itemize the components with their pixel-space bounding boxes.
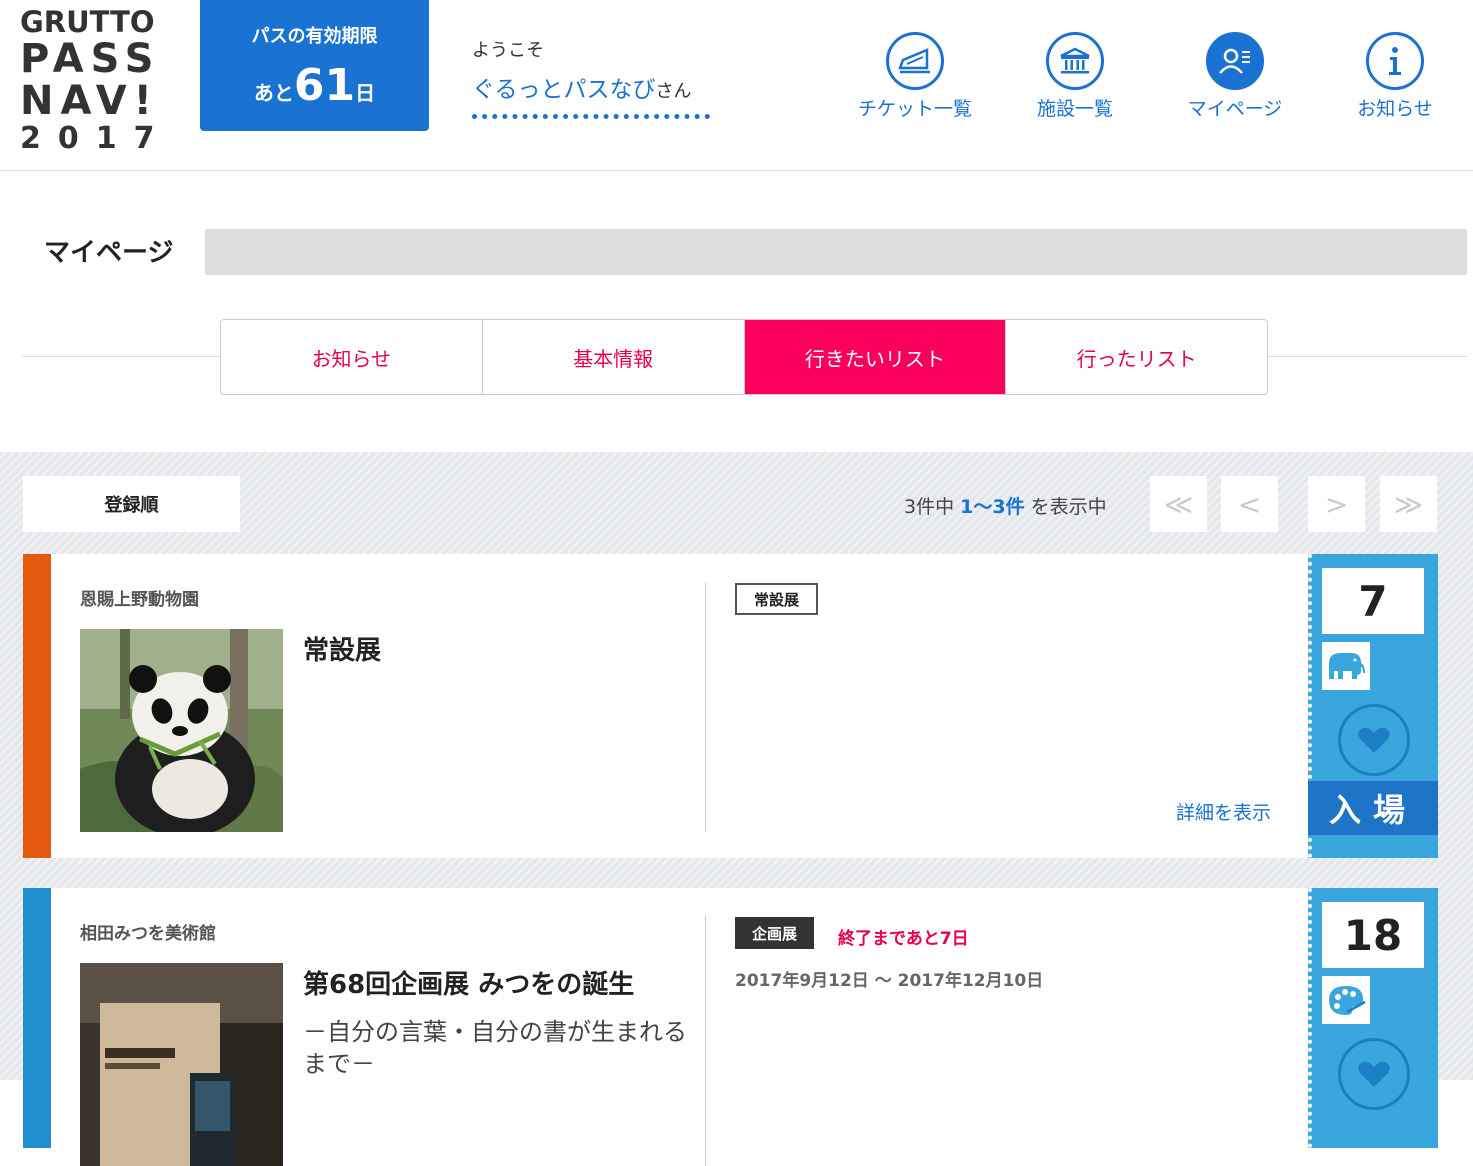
pass-expiry-days: 61 [293,60,356,111]
site-header: GRUTTO PASS NAV! 2017 パスの有効期限 あと61日 ようこそ… [0,0,1473,171]
enter-button[interactable]: 入場 [1308,781,1438,835]
card-divider [705,582,706,832]
welcome-user[interactable]: ぐるっとパスなびさん [472,70,710,119]
pager-prev-button[interactable]: < [1221,476,1278,532]
heart-icon [1358,727,1390,753]
exhibition-subtitle: －自分の言葉・自分の書が生まれるまで－ [303,1018,687,1079]
elephant-icon [1322,642,1370,690]
card-accent-stripe [23,554,51,858]
pass-expiry-prefix: あと [253,81,294,105]
card-side-panel: 7 入場 [1308,554,1438,858]
result-total: 3件中 [904,496,955,518]
exhibition-title[interactable]: 常設展 [303,630,688,667]
nav-ticket-list[interactable]: チケット一覧 [840,32,990,121]
nav-label: マイページ [1187,98,1283,120]
pager-first-button[interactable]: ≪ [1150,476,1207,532]
card-accent-stripe [23,888,51,1148]
nav-label: お知らせ [1357,98,1433,120]
detail-link[interactable]: 詳細を表示 [1176,798,1271,825]
pager-next-button[interactable]: > [1308,476,1365,532]
facility-name[interactable]: 相田みつを美術館 [80,919,216,944]
ending-soon-note: 終了まであと7日 [838,929,969,949]
wishlist-card: 恩賜上野動物園 常設展 常設展 詳細を表示 7 入場 [23,554,1438,858]
mypage-tabs: お知らせ 基本情報 行きたいリスト 行ったリスト [220,319,1268,395]
pass-expiry-box: パスの有効期限 あと61日 [200,0,429,131]
tab-want-to-go[interactable]: 行きたいリスト [744,320,1007,394]
logo-line-1: GRUTTO [20,5,155,39]
user-name: ぐるっとパスなび [472,77,656,103]
logo-line-4: 2017 [20,121,172,156]
pass-expiry-value: あと61日 [200,60,429,111]
site-logo[interactable]: GRUTTO PASS NAV! 2017 [20,8,165,154]
result-suffix: を表示中 [1030,496,1107,518]
result-range: 1〜3件 [960,496,1025,518]
exhibition-type-badge: 企画展 [735,917,815,949]
card-side-panel: 18 [1308,888,1438,1148]
page-title: マイページ [44,238,174,268]
welcome-greeting: ようこそ [472,40,544,61]
pass-expiry-unit: 日 [355,81,376,105]
info-icon [1366,32,1424,90]
logo-line-2: PASS [20,36,161,82]
favorite-button[interactable] [1338,704,1410,776]
facility-number: 18 [1322,902,1424,968]
ticket-icon [886,32,944,90]
title-bar [205,229,1467,275]
facility-name[interactable]: 恩賜上野動物園 [80,585,199,610]
nav-label: チケット一覧 [857,98,972,120]
tab-notices[interactable]: お知らせ [221,320,483,394]
nav-notices[interactable]: お知らせ [1320,32,1470,121]
result-count: 3件中 1〜3件 を表示中 [904,492,1107,519]
pass-expiry-label: パスの有効期限 [251,26,378,47]
palette-icon [1322,976,1370,1024]
exhibition-period: 2017年9月12日 ～ 2017年12月10日 [735,971,1044,991]
wishlist-area: 登録順 3件中 1〜3件 を表示中 ≪ < > ≫ 恩賜上野動物園 常設展 常設… [0,452,1473,1166]
facility-number: 7 [1322,568,1424,634]
logo-line-3: NAV! [20,78,159,124]
museum-entrance-photo[interactable] [80,963,283,1166]
exhibition-title[interactable]: 第68回企画展 みつをの誕生 [303,964,688,1001]
nav-facility-list[interactable]: 施設一覧 [1000,32,1150,121]
user-icon [1206,32,1264,90]
card-divider [705,916,706,1166]
sort-button[interactable]: 登録順 [23,476,240,532]
nav-mypage[interactable]: マイページ [1160,32,1310,121]
exhibition-type-badge: 常設展 [735,583,819,615]
panda-photo[interactable] [80,629,283,832]
wishlist-card: 相田みつを美術館 第68回企画展 みつをの誕生 －自分の言葉・自分の書が生まれる… [23,888,1438,1166]
user-honorific: さん [655,81,692,102]
museum-icon [1046,32,1104,90]
pager-last-button[interactable]: ≫ [1380,476,1437,532]
heart-icon [1358,1061,1390,1087]
nav-label: 施設一覧 [1036,98,1113,120]
tab-visited[interactable]: 行ったリスト [1006,320,1267,394]
favorite-button[interactable] [1338,1038,1410,1110]
main-nav: チケット一覧 施設一覧 マイページ お知らせ [840,32,1460,122]
tab-basic-info[interactable]: 基本情報 [483,320,745,394]
welcome-block: ようこそ ぐるっとパスなびさん [472,36,712,119]
